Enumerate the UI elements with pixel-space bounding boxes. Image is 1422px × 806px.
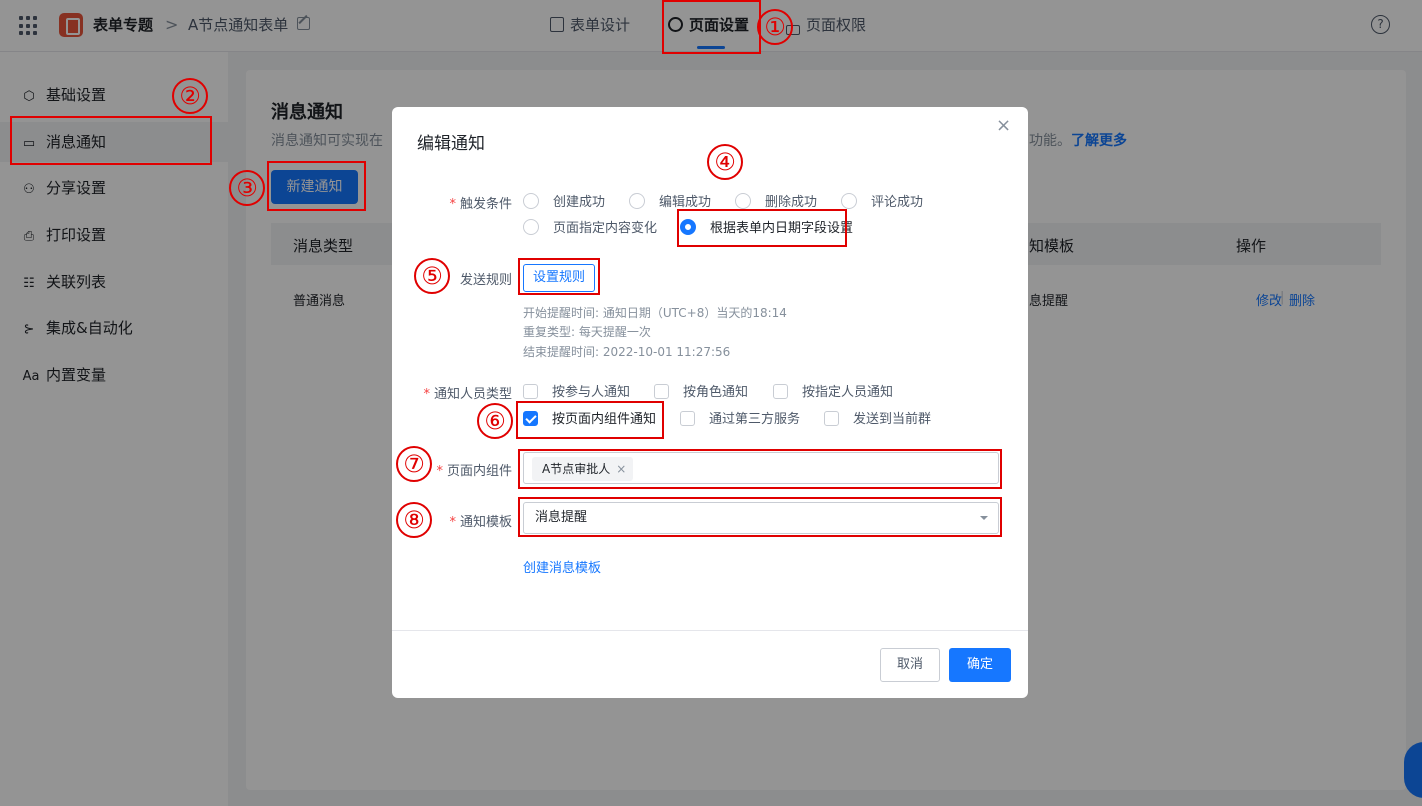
radio-label: 编辑成功	[659, 195, 712, 210]
confirm-button[interactable]: 确定	[949, 648, 1011, 682]
recipient-check-current-group[interactable]: 发送到当前群	[824, 411, 931, 428]
trigger-radio-commented[interactable]: 评论成功	[841, 193, 923, 211]
rule-repeat-type: 重复类型: 每天提醒一次	[523, 325, 651, 339]
annotation-box-6	[516, 401, 664, 439]
recipient-type-label-text: 通知人员类型	[433, 387, 512, 402]
annotation-number-8: ⑧	[396, 502, 432, 538]
annotation-box-1	[662, 0, 761, 54]
annotation-number-1: ①	[757, 9, 793, 45]
trigger-label: * 触发条件	[449, 197, 512, 212]
template-label-text: 通知模板	[459, 515, 512, 530]
trigger-label-text: 触发条件	[459, 197, 512, 212]
radio-label: 页面指定内容变化	[553, 221, 658, 236]
recipient-check-role[interactable]: 按角色通知	[654, 384, 748, 401]
trigger-radio-content-change[interactable]: 页面指定内容变化	[523, 219, 657, 237]
checkbox-label: 按角色通知	[683, 385, 749, 400]
footer-divider	[392, 630, 1028, 631]
checkbox-label: 通过第三方服务	[709, 412, 801, 427]
annotation-number-7: ⑦	[396, 446, 432, 482]
close-icon[interactable]: ×	[996, 115, 1011, 136]
annotation-box-7	[518, 449, 1002, 489]
trigger-radio-created[interactable]: 创建成功	[523, 193, 605, 211]
annotation-box-2	[10, 116, 212, 165]
template-label: * 通知模板	[449, 515, 512, 530]
annotation-box-4	[677, 209, 847, 247]
checkbox-label: 发送到当前群	[853, 412, 932, 427]
annotation-number-3: ③	[229, 170, 265, 206]
rule-start-time: 开始提醒时间: 通知日期（UTC+8）当天的18:14	[523, 306, 787, 320]
cancel-button[interactable]: 取消	[880, 648, 940, 682]
rule-end-time: 结束提醒时间: 2022-10-01 11:27:56	[523, 345, 731, 359]
create-template-link[interactable]: 创建消息模板	[523, 557, 601, 576]
annotation-number-2: ②	[172, 78, 208, 114]
recipient-type-label: * 通知人员类型	[423, 387, 512, 402]
checkbox-label: 按指定人员通知	[802, 385, 894, 400]
recipient-check-participant[interactable]: 按参与人通知	[523, 384, 630, 401]
annotation-box-8	[518, 497, 1002, 537]
page-component-label: * 页面内组件	[436, 464, 512, 479]
annotation-number-4: ④	[707, 144, 743, 180]
checkbox-label: 按参与人通知	[552, 385, 631, 400]
annotation-box-3	[267, 161, 366, 211]
dialog-title: 编辑通知	[417, 134, 485, 154]
radio-label: 评论成功	[871, 195, 924, 210]
recipient-check-specified[interactable]: 按指定人员通知	[773, 384, 893, 401]
page-component-label-text: 页面内组件	[446, 464, 512, 479]
send-rule-label: 发送规则	[459, 273, 512, 288]
annotation-box-5	[518, 258, 600, 295]
recipient-check-third-party[interactable]: 通过第三方服务	[680, 411, 800, 428]
radio-label: 删除成功	[765, 195, 818, 210]
annotation-number-6: ⑥	[477, 403, 513, 439]
radio-label: 创建成功	[553, 195, 606, 210]
annotation-number-5: ⑤	[414, 258, 450, 294]
edit-notification-dialog: 编辑通知 × * 触发条件 创建成功 编辑成功 删除成功 评论成功 页面指定内容变…	[392, 107, 1028, 698]
